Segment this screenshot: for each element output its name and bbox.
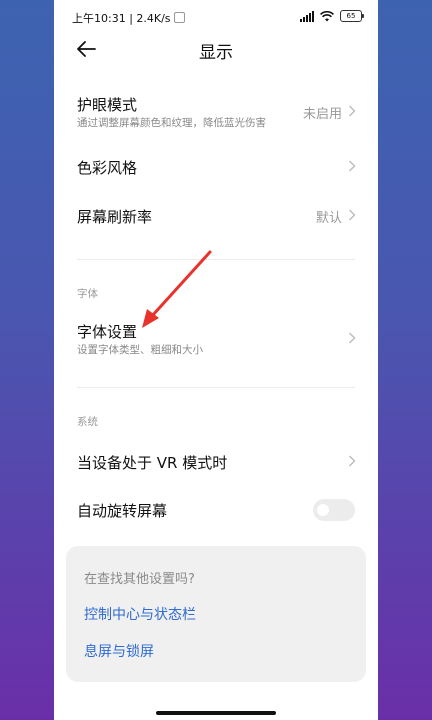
chevron-right-icon: [349, 160, 356, 172]
chevron-right-icon: [349, 105, 356, 117]
status-time-speed: 上午10:31 | 2.4K/s: [72, 12, 171, 25]
vr-mode-label: 当设备处于 VR 模式时: [77, 454, 228, 472]
home-indicator[interactable]: [156, 711, 276, 715]
page-title: 显示: [199, 43, 233, 63]
auto-rotate-toggle[interactable]: [313, 499, 355, 521]
color-style-row[interactable]: 色彩风格: [54, 146, 378, 186]
refresh-rate-value: 默认: [315, 211, 342, 226]
eye-mode-subtitle: 通过调整屏幕颜色和纹理，降低蓝光伤害: [77, 117, 266, 129]
page-header: 显示: [54, 34, 378, 64]
wifi-icon: [320, 10, 334, 21]
vr-mode-row[interactable]: 当设备处于 VR 模式时: [54, 441, 378, 481]
toggle-knob: [317, 504, 329, 516]
link-control-center[interactable]: 控制中心与状态栏: [84, 604, 196, 624]
chevron-right-icon: [349, 332, 356, 344]
system-section-header: 系统: [77, 416, 98, 428]
color-style-label: 色彩风格: [77, 159, 138, 177]
auto-rotate-row: 自动旋转屏幕: [54, 490, 378, 530]
chevron-right-icon: [349, 455, 356, 467]
font-section-header: 字体: [77, 288, 98, 300]
battery-level: 65: [346, 12, 356, 20]
status-right: 65: [300, 9, 364, 23]
eye-mode-label: 护眼模式: [77, 96, 138, 114]
settings-screen: 上午10:31 | 2.4K/s 65 显示 护眼模式 通过调整屏幕颜色和纹理，…: [54, 0, 378, 720]
signal-icon: [300, 10, 314, 22]
section-divider: [77, 259, 355, 260]
refresh-rate-row[interactable]: 屏幕刷新率 默认: [54, 196, 378, 236]
section-divider: [77, 387, 355, 388]
suggestions-question: 在查找其他设置吗?: [84, 572, 195, 587]
battery-icon: 65: [340, 10, 364, 22]
status-bar: 上午10:31 | 2.4K/s 65: [54, 0, 378, 34]
font-settings-row[interactable]: 字体设置 设置字体类型、粗细和大小: [54, 312, 378, 362]
suggestions-card: 在查找其他设置吗? 控制中心与状态栏 息屏与锁屏: [66, 546, 366, 682]
eye-mode-row[interactable]: 护眼模式 通过调整屏幕颜色和纹理，降低蓝光伤害 未启用: [54, 84, 378, 138]
eye-mode-value: 未启用: [302, 107, 342, 122]
auto-rotate-label: 自动旋转屏幕: [77, 502, 168, 520]
link-lock-screen[interactable]: 息屏与锁屏: [84, 641, 154, 661]
status-left: 上午10:31 | 2.4K/s: [72, 10, 185, 26]
notification-icon: [173, 12, 185, 23]
font-settings-label: 字体设置: [77, 323, 138, 341]
chevron-right-icon: [349, 209, 356, 221]
refresh-rate-label: 屏幕刷新率: [77, 208, 153, 226]
font-settings-subtitle: 设置字体类型、粗细和大小: [77, 344, 203, 356]
